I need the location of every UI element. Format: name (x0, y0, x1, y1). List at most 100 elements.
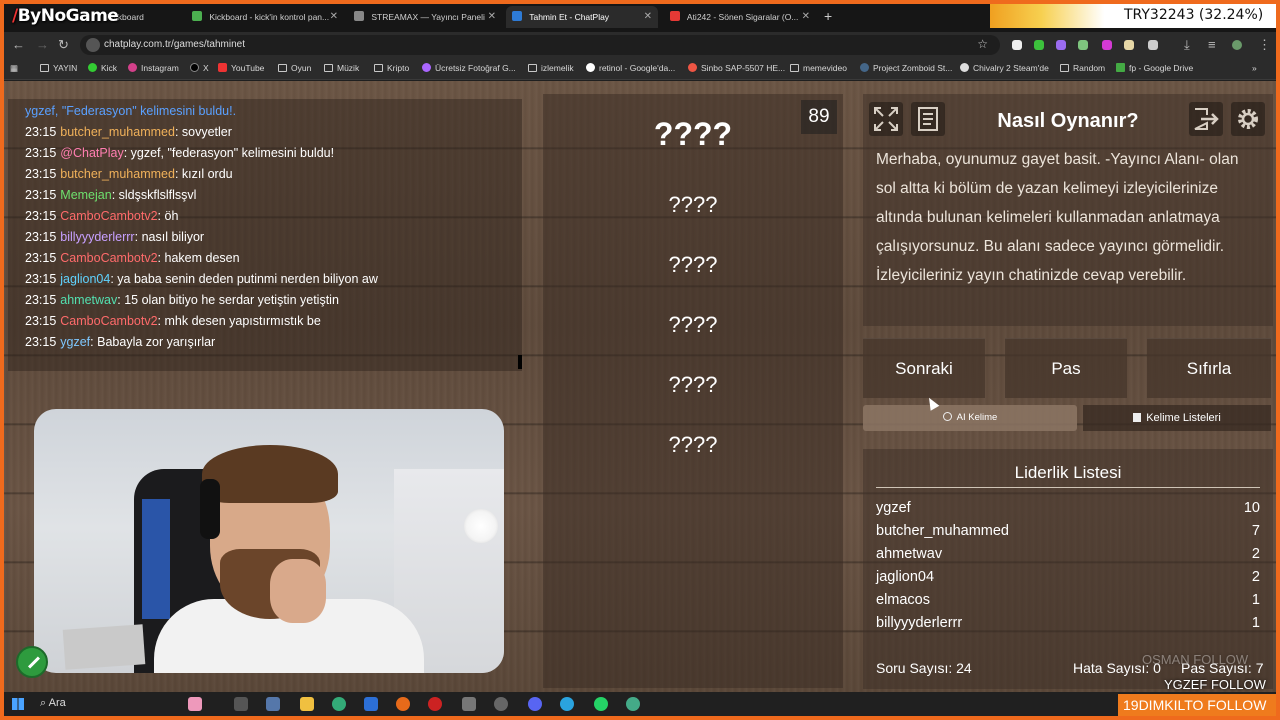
task-view-icon[interactable] (234, 697, 248, 711)
follow-alert-banner: 19DIMKILTO FOLLOW (1118, 694, 1276, 716)
chat-username[interactable]: ahmetwav (60, 293, 117, 307)
bookmark-oyun[interactable]: Oyun (278, 63, 311, 73)
widgets-icon[interactable] (266, 697, 280, 711)
playlist-icon[interactable]: ≡ (1208, 37, 1216, 52)
close-icon[interactable]: ✕ (330, 6, 338, 28)
gear-icon[interactable] (1231, 102, 1265, 136)
url-text[interactable]: chatplay.com.tr/games/tahminet (104, 39, 245, 50)
tab-streamax[interactable]: STREAMAX — Yayıncı Paneli ✕ (348, 6, 502, 28)
tab-kickboard-panel[interactable]: Kickboard - kick'in kontrol pan... ✕ (186, 6, 344, 28)
extension-icon[interactable] (1124, 40, 1134, 50)
chat-username[interactable]: @ChatPlay (60, 146, 123, 160)
chrome-icon[interactable] (332, 697, 346, 711)
bookmark-kripto[interactable]: Kripto (374, 63, 409, 73)
bookmark-drive[interactable]: fp - Google Drive (1116, 63, 1193, 73)
windows-start-icon[interactable] (12, 698, 24, 710)
close-icon[interactable]: ✕ (644, 6, 652, 28)
pass-button[interactable]: Pas (1005, 338, 1127, 398)
tab-youtube[interactable]: Ati242 - Sönen Sigaralar (O... ✕ (664, 6, 816, 28)
leaderboard-row: billyyyderlerrr 1 (876, 615, 1260, 631)
chat-username[interactable]: ygzef (60, 335, 90, 349)
chat-username[interactable]: Memejan (60, 188, 111, 202)
logout-icon[interactable] (1189, 102, 1223, 136)
chat-text: mhk desen yapıstırmıstık be (164, 314, 321, 328)
discord-icon[interactable] (528, 697, 542, 711)
copilot-icon[interactable] (188, 697, 202, 711)
chat-text: hakem desen (164, 251, 240, 265)
close-icon[interactable]: ✕ (488, 6, 496, 28)
bookmark-random[interactable]: Random (1060, 63, 1105, 73)
whatsapp-icon[interactable] (594, 697, 608, 711)
new-tab-button[interactable]: + (824, 8, 832, 24)
chrome-active-icon[interactable] (626, 697, 640, 711)
chat-separator: : (111, 188, 119, 202)
chat-scrollbar[interactable] (518, 355, 522, 369)
site-info-icon[interactable] (86, 38, 100, 52)
profile-avatar[interactable] (1232, 40, 1242, 50)
download-icon[interactable]: ⤓ (1184, 37, 1190, 53)
bookmark-memevideo[interactable]: memevideo (790, 63, 847, 73)
bookmark-chivalry[interactable]: Chivalry 2 Steam'de (960, 63, 1049, 73)
chat-username[interactable]: CamboCambotv2 (60, 209, 157, 223)
apps-icon[interactable]: ▦ (10, 63, 18, 74)
how-to-play-text: Merhaba, oyunumuz gayet basit. -Yayıncı … (876, 151, 1239, 284)
bookmark-instagram[interactable]: Instagram (128, 63, 179, 73)
address-bar[interactable]: chatplay.com.tr/games/tahminet ☆ (80, 35, 1000, 55)
bookmark-yayin[interactable]: YAYIN (40, 63, 77, 73)
chat-line-partial: ygzef, "Federasyon" kelimesini buldu!. (25, 104, 236, 118)
back-icon[interactable]: ← (12, 37, 25, 52)
reset-button[interactable]: Sıfırla (1147, 338, 1271, 398)
word-lists-button[interactable]: Kelime Listeleri (1083, 405, 1271, 431)
bookmark-foto[interactable]: Ücretsiz Fotoğraf G... (422, 63, 516, 73)
close-icon[interactable]: ✕ (802, 6, 810, 28)
how-to-play-panel: Nasıl Oynanır? Merhaba, oyunumuz gayet b… (863, 94, 1273, 326)
chat-username[interactable]: butcher_muhammed (60, 167, 175, 181)
chat-username[interactable]: CamboCambotv2 (60, 314, 157, 328)
ai-word-button[interactable]: AI Kelime (863, 405, 1077, 431)
reload-icon[interactable]: ↻ (58, 37, 69, 53)
extension-icon[interactable] (1078, 40, 1088, 50)
extension-icon[interactable] (1102, 40, 1112, 50)
bookmark-label: Kripto (387, 63, 410, 73)
tab-tahmin-et[interactable]: Tahmin Et - ChatPlay ✕ (506, 6, 658, 28)
extensions-puzzle-icon[interactable] (1148, 40, 1158, 50)
obs-icon[interactable] (462, 697, 476, 711)
extension-icon[interactable] (1056, 40, 1066, 50)
bookmark-zomboid[interactable]: Project Zomboid St... (860, 63, 952, 73)
bookmark-x[interactable]: X (190, 63, 209, 73)
chat-username[interactable]: CamboCambotv2 (60, 251, 157, 265)
forward-icon[interactable]: → (36, 37, 49, 52)
taskbar-search[interactable]: ⌕ Ara (40, 697, 66, 710)
chat-separator: : (134, 230, 142, 244)
follow-alert-ghost: YGZEF FOLLOW (1164, 677, 1266, 692)
chat-username[interactable]: jaglion04 (60, 272, 110, 286)
forbidden-word: ???? (668, 312, 718, 337)
bookmark-sinbo[interactable]: Sinbo SAP-5507 HE... (688, 63, 785, 73)
mail-icon[interactable] (364, 697, 378, 711)
bookmark-retinol[interactable]: retinol - Google'da... (586, 63, 675, 73)
chat-username[interactable]: butcher_muhammed (60, 125, 175, 139)
chat-username[interactable]: billyyyderlerrr (60, 230, 134, 244)
opera-icon[interactable] (428, 697, 442, 711)
chat-separator: : (123, 146, 131, 160)
more-bookmarks-icon[interactable]: » (1252, 63, 1257, 73)
tab-label: STREAMAX — Yayıncı Paneli (371, 12, 485, 22)
bookmark-star-icon[interactable]: ☆ (977, 37, 988, 51)
chat-message: 23:15 jaglion04: ya baba senin deden puti… (25, 272, 378, 286)
app-icon[interactable] (494, 697, 508, 711)
tab-label: Tahmin Et - ChatPlay (529, 12, 610, 22)
bookmark-kick[interactable]: Kick (88, 63, 117, 73)
leaderboard-row: elmacos 1 (876, 592, 1260, 608)
menu-icon[interactable]: ⋮ (1258, 37, 1271, 53)
file-explorer-icon[interactable] (300, 697, 314, 711)
telegram-icon[interactable] (560, 697, 574, 711)
extension-icon[interactable] (1034, 40, 1044, 50)
bookmark-izlemelik[interactable]: izlemelik (528, 63, 574, 73)
bookmark-muzik[interactable]: Müzik (324, 63, 359, 73)
next-button[interactable]: Sonraki (863, 338, 985, 398)
extension-icon[interactable] (1012, 40, 1022, 50)
webcam-person-hand (270, 559, 326, 623)
bookmark-youtube[interactable]: YouTube (218, 63, 264, 73)
pen-icon[interactable] (16, 646, 48, 678)
firefox-icon[interactable] (396, 697, 410, 711)
